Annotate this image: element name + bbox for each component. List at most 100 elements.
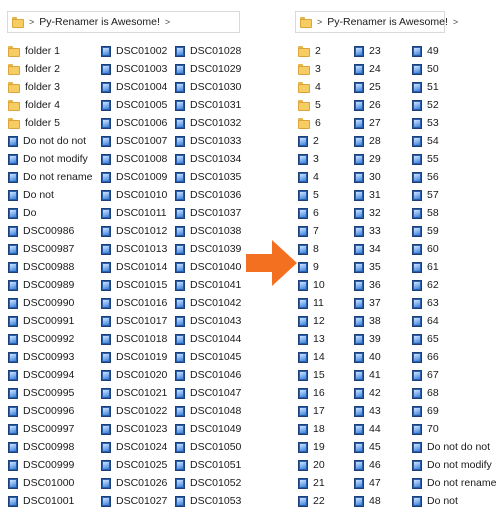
file-item[interactable]: DSC01026 <box>101 474 167 492</box>
file-item[interactable]: DSC01022 <box>101 402 167 420</box>
file-item[interactable]: DSC01034 <box>175 150 241 168</box>
file-item[interactable]: DSC01019 <box>101 348 167 366</box>
file-item[interactable]: DSC00991 <box>8 312 92 330</box>
file-item[interactable]: 11 <box>298 294 325 312</box>
file-item[interactable]: Do not do not <box>8 132 92 150</box>
file-item[interactable]: DSC01016 <box>101 294 167 312</box>
file-item[interactable]: 19 <box>298 438 325 456</box>
file-item[interactable]: DSC01041 <box>175 276 241 294</box>
file-item[interactable]: DSC01053 <box>175 492 241 510</box>
file-item[interactable]: 35 <box>354 258 381 276</box>
file-item[interactable]: DSC00989 <box>8 276 92 294</box>
file-item[interactable]: Do not do not <box>412 438 496 456</box>
file-item[interactable]: 16 <box>298 384 325 402</box>
file-item[interactable]: 17 <box>298 402 325 420</box>
file-item[interactable]: 67 <box>412 366 496 384</box>
file-item[interactable]: DSC01015 <box>101 276 167 294</box>
file-item[interactable]: DSC01024 <box>101 438 167 456</box>
file-item[interactable]: DSC00997 <box>8 420 92 438</box>
file-item[interactable]: DSC01003 <box>101 60 167 78</box>
file-item[interactable]: DSC01031 <box>175 96 241 114</box>
file-item[interactable]: DSC01010 <box>101 186 167 204</box>
file-item[interactable]: 55 <box>412 150 496 168</box>
file-item[interactable]: 53 <box>412 114 496 132</box>
file-item[interactable]: 50 <box>412 60 496 78</box>
breadcrumb-chevron-icon[interactable]: > <box>317 17 322 27</box>
file-item[interactable]: DSC01046 <box>175 366 241 384</box>
file-item[interactable]: 22 <box>298 492 325 510</box>
folder-item[interactable]: folder 1 <box>8 42 92 60</box>
file-item[interactable]: 46 <box>354 456 381 474</box>
file-item[interactable]: DSC01030 <box>175 78 241 96</box>
file-item[interactable]: DSC01044 <box>175 330 241 348</box>
file-item[interactable]: 40 <box>354 348 381 366</box>
file-item[interactable]: 61 <box>412 258 496 276</box>
file-item[interactable]: 14 <box>298 348 325 366</box>
file-item[interactable]: 37 <box>354 294 381 312</box>
file-item[interactable]: 25 <box>354 78 381 96</box>
file-item[interactable]: DSC01039 <box>175 240 241 258</box>
file-item[interactable]: DSC01005 <box>101 96 167 114</box>
file-item[interactable]: 60 <box>412 240 496 258</box>
file-item[interactable]: DSC01006 <box>101 114 167 132</box>
file-item[interactable]: 26 <box>354 96 381 114</box>
file-item[interactable]: 10 <box>298 276 325 294</box>
file-item[interactable]: 27 <box>354 114 381 132</box>
file-item[interactable]: DSC00999 <box>8 456 92 474</box>
file-item[interactable]: 68 <box>412 384 496 402</box>
file-item[interactable]: 42 <box>354 384 381 402</box>
file-item[interactable]: DSC01048 <box>175 402 241 420</box>
file-item[interactable]: DSC01018 <box>101 330 167 348</box>
file-item[interactable]: Do not rename <box>412 474 496 492</box>
file-item[interactable]: 28 <box>354 132 381 150</box>
breadcrumb-folder-name[interactable]: Py-Renamer is Awesome! <box>39 16 160 28</box>
file-item[interactable]: 39 <box>354 330 381 348</box>
file-item[interactable]: 44 <box>354 420 381 438</box>
folder-item[interactable]: folder 4 <box>8 96 92 114</box>
file-item[interactable]: 31 <box>354 186 381 204</box>
file-item[interactable]: 8 <box>298 240 325 258</box>
file-item[interactable]: DSC01014 <box>101 258 167 276</box>
file-item[interactable]: 47 <box>354 474 381 492</box>
file-item[interactable]: DSC01021 <box>101 384 167 402</box>
file-item[interactable]: DSC00998 <box>8 438 92 456</box>
file-item[interactable]: 51 <box>412 78 496 96</box>
folder-item[interactable]: folder 2 <box>8 60 92 78</box>
file-item[interactable]: 3 <box>298 150 325 168</box>
file-item[interactable]: DSC01043 <box>175 312 241 330</box>
file-item[interactable]: DSC01023 <box>101 420 167 438</box>
file-item[interactable]: 4 <box>298 168 325 186</box>
file-item[interactable]: 70 <box>412 420 496 438</box>
folder-item[interactable]: 6 <box>298 114 325 132</box>
file-item[interactable]: DSC01051 <box>175 456 241 474</box>
file-item[interactable]: DSC00992 <box>8 330 92 348</box>
file-item[interactable]: 18 <box>298 420 325 438</box>
file-item[interactable]: DSC01027 <box>101 492 167 510</box>
file-item[interactable]: 48 <box>354 492 381 510</box>
folder-item[interactable]: 5 <box>298 96 325 114</box>
file-item[interactable]: 23 <box>354 42 381 60</box>
file-item[interactable]: DSC00994 <box>8 366 92 384</box>
breadcrumb-chevron-icon[interactable]: > <box>453 17 458 27</box>
file-item[interactable]: DSC01037 <box>175 204 241 222</box>
file-item[interactable]: 32 <box>354 204 381 222</box>
file-item[interactable]: DSC00987 <box>8 240 92 258</box>
file-item[interactable]: Do not modify <box>8 150 92 168</box>
breadcrumb-folder-name[interactable]: Py-Renamer is Awesome! <box>327 16 448 28</box>
file-item[interactable]: DSC01013 <box>101 240 167 258</box>
file-item[interactable]: Do not modify <box>412 456 496 474</box>
file-item[interactable]: 49 <box>412 42 496 60</box>
file-item[interactable]: DSC01049 <box>175 420 241 438</box>
file-item[interactable]: DSC01001 <box>8 492 92 510</box>
folder-item[interactable]: 4 <box>298 78 325 96</box>
file-item[interactable]: 20 <box>298 456 325 474</box>
file-item[interactable]: DSC01029 <box>175 60 241 78</box>
file-item[interactable]: 56 <box>412 168 496 186</box>
file-item[interactable]: 54 <box>412 132 496 150</box>
file-item[interactable]: DSC01042 <box>175 294 241 312</box>
file-item[interactable]: DSC01052 <box>175 474 241 492</box>
file-item[interactable]: DSC00996 <box>8 402 92 420</box>
file-item[interactable]: 43 <box>354 402 381 420</box>
file-item[interactable]: 57 <box>412 186 496 204</box>
file-item[interactable]: 66 <box>412 348 496 366</box>
